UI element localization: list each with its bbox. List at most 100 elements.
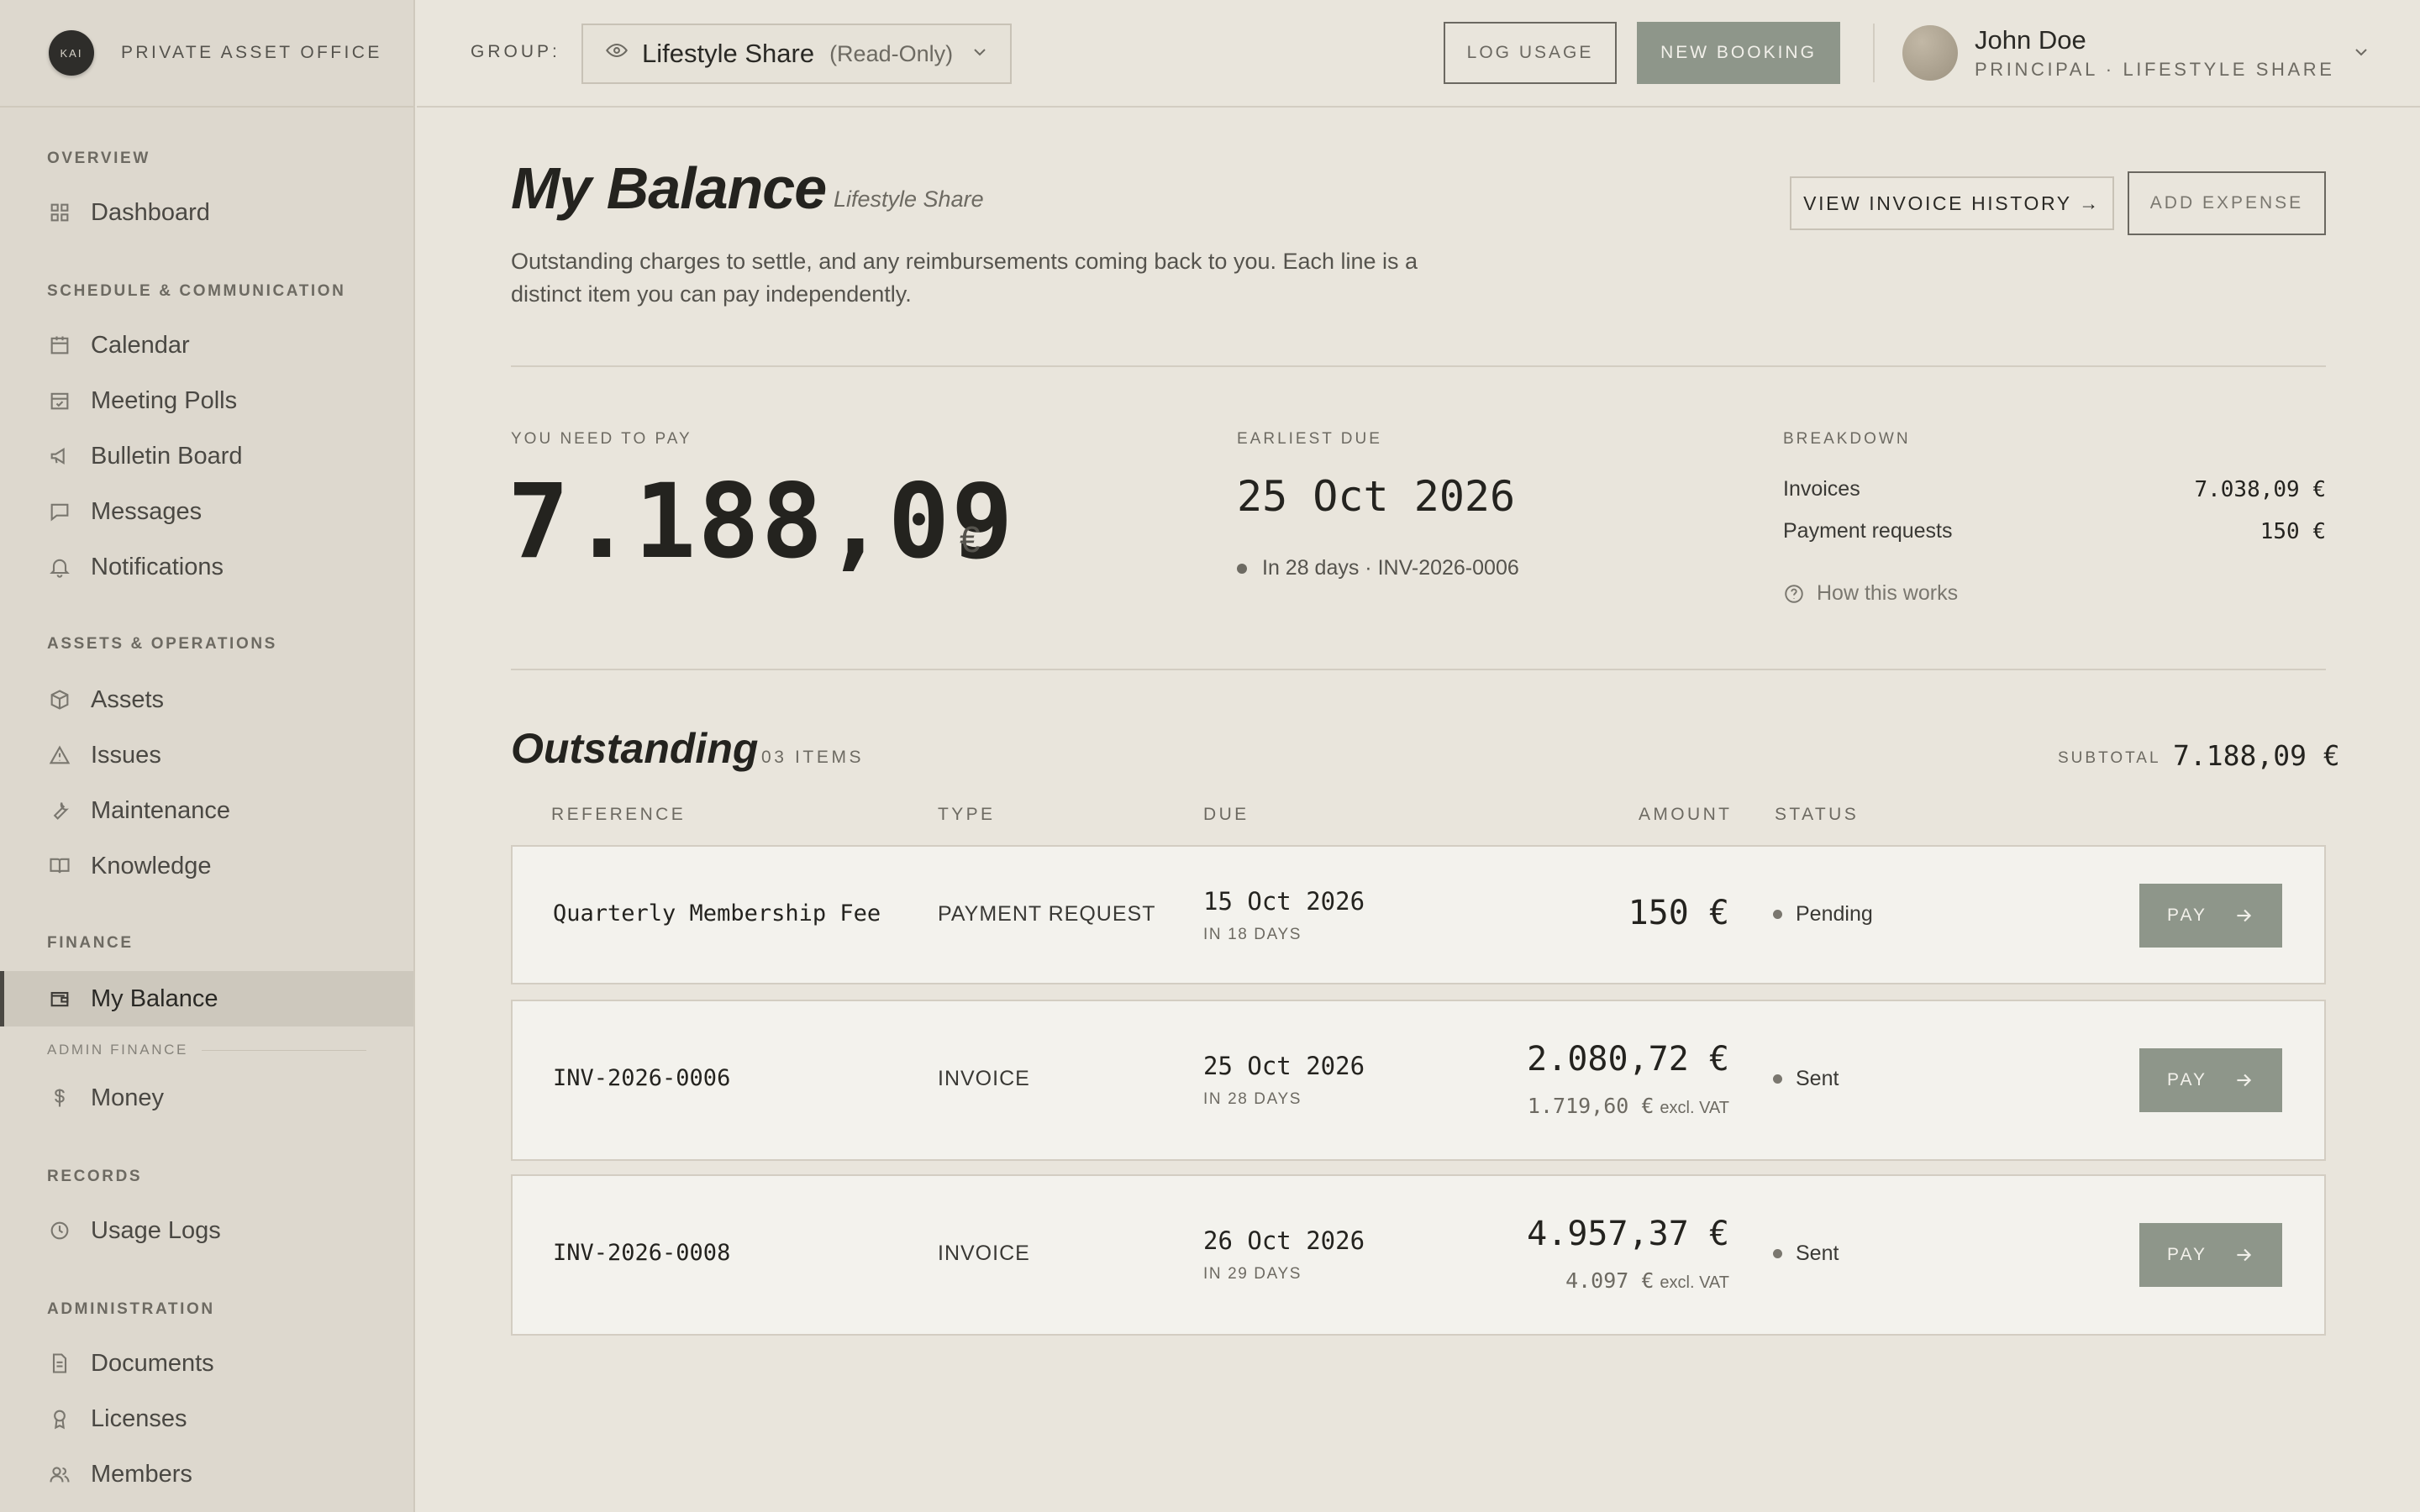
row-due-in: IN 18 DAYS — [1203, 926, 1302, 943]
sidebar-item-messages[interactable]: Messages — [0, 484, 413, 539]
sidebar-item-label: Dashboard — [91, 198, 210, 226]
clock-icon — [47, 1218, 72, 1243]
megaphone-icon — [47, 444, 72, 469]
due-note: In 28 days · INV-2026-0006 — [1237, 556, 1519, 580]
eye-icon — [605, 39, 629, 69]
nav-section-administration: ADMINISTRATION — [47, 1300, 215, 1318]
sidebar-item-issues[interactable]: Issues — [0, 727, 413, 783]
sidebar-item-knowledge[interactable]: Knowledge — [0, 838, 413, 894]
status-text: Sent — [1796, 1242, 1839, 1265]
page-description: Outstanding charges to settle, and any r… — [511, 249, 1418, 307]
sidebar-item-maintenance[interactable]: Maintenance — [0, 783, 413, 838]
excl-vat-value: 4.097 € — [1565, 1268, 1655, 1293]
book-icon — [47, 853, 72, 879]
sidebar-item-notifications[interactable]: Notifications — [0, 539, 413, 595]
sidebar-item-meeting-polls[interactable]: Meeting Polls — [0, 373, 413, 428]
row-reference: INV-2026-0006 — [553, 1065, 731, 1091]
sidebar-item-label: My Balance — [91, 984, 218, 1012]
page-subtitle: Lifestyle Share — [834, 186, 984, 212]
excl-vat-value: 1.719,60 € — [1527, 1094, 1655, 1118]
log-usage-button[interactable]: LOG USAGE — [1444, 22, 1617, 84]
bell-icon — [47, 554, 72, 580]
status-dot — [1237, 563, 1247, 574]
sidebar-item-label: Maintenance — [91, 796, 231, 824]
how-this-works-text: How this works — [1817, 581, 1959, 605]
status-text: Pending — [1796, 902, 1873, 926]
row-amount: 4.957,37 € — [1527, 1215, 1729, 1253]
calendar-check-icon — [47, 388, 72, 413]
user-role: PRINCIPAL · LIFESTYLE SHARE — [1975, 59, 2335, 80]
brand-name: PRIVATE ASSET OFFICE — [121, 43, 382, 62]
sidebar-item-money[interactable]: Money — [0, 1070, 413, 1126]
help-circle-icon — [1785, 584, 1803, 603]
sidebar-item-label: Bulletin Board — [91, 442, 243, 470]
nav-section-finance: FINANCE — [47, 934, 134, 952]
sidebar-item-label: Money — [91, 1084, 165, 1111]
user-name[interactable]: John Doe — [1975, 25, 2086, 55]
sidebar-item-usage-logs[interactable]: Usage Logs — [0, 1203, 413, 1258]
column-header-reference: REFERENCE — [551, 805, 687, 824]
row-amount-excl-vat: 4.097 € excl. VAT — [1565, 1268, 1729, 1294]
row-amount: 2.080,72 € — [1527, 1040, 1729, 1079]
brand-logo[interactable]: KAI — [49, 30, 94, 76]
pay-button[interactable]: PAY — [2139, 884, 2282, 948]
table-row: INV-2026-0008 INVOICE 26 Oct 2026 IN 29 … — [511, 1174, 2326, 1336]
pay-button-label: PAY — [2167, 1245, 2207, 1264]
sidebar-item-label: Calendar — [91, 331, 190, 359]
nav-section-records: RECORDS — [47, 1168, 143, 1185]
status-dot — [1773, 1249, 1782, 1258]
breakdown-value: 7.038,09 € — [2194, 477, 2326, 502]
row-reference: INV-2026-0008 — [553, 1240, 731, 1266]
due-note-text: In 28 days · INV-2026-0006 — [1262, 556, 1519, 580]
sidebar-item-assets[interactable]: Assets — [0, 672, 413, 727]
arrow-right-icon — [2237, 909, 2252, 922]
pay-button[interactable]: PAY — [2139, 1048, 2282, 1112]
breakdown-label: BREAKDOWN — [1783, 430, 1911, 448]
sidebar-item-calendar[interactable]: Calendar — [0, 318, 413, 373]
row-type: PAYMENT REQUEST — [938, 902, 1156, 926]
sidebar-item-label: Notifications — [91, 553, 224, 580]
sidebar-item-documents[interactable]: Documents — [0, 1336, 413, 1391]
row-due-in: IN 28 DAYS — [1203, 1090, 1302, 1108]
new-booking-button[interactable]: NEW BOOKING — [1637, 22, 1840, 84]
sidebar-item-licenses[interactable]: Licenses — [0, 1391, 413, 1446]
nav-section-schedule: SCHEDULE & COMMUNICATION — [47, 282, 346, 300]
breakdown-row-payment-requests: Payment requests 150 € — [1783, 519, 2326, 544]
sidebar-item-label: Documents — [91, 1349, 214, 1377]
view-invoice-history-button[interactable]: VIEW INVOICE HISTORY → — [1790, 176, 2114, 230]
sidebar-item-dashboard[interactable]: Dashboard — [0, 185, 413, 240]
wrench-icon — [47, 798, 72, 823]
excl-vat-label: excl. VAT — [1660, 1099, 1729, 1117]
warning-icon — [47, 743, 72, 768]
add-expense-button[interactable]: ADD EXPENSE — [2128, 171, 2326, 235]
divider — [1873, 24, 1875, 82]
column-header-amount: AMOUNT — [1639, 805, 1733, 824]
avatar[interactable] — [1902, 25, 1958, 81]
excl-vat-label: excl. VAT — [1660, 1273, 1729, 1292]
divider — [201, 1049, 366, 1051]
status-dot — [1773, 910, 1782, 919]
box-icon — [47, 687, 72, 712]
page-title: My Balance — [511, 155, 827, 221]
chevron-down-icon[interactable] — [2351, 42, 2371, 66]
group-select[interactable]: Lifestyle Share (Read-Only) — [581, 24, 1012, 84]
divider — [511, 669, 2326, 670]
column-header-type: TYPE — [938, 805, 996, 824]
sidebar-item-my-balance[interactable]: My Balance — [0, 971, 413, 1026]
divider — [511, 365, 2326, 367]
award-icon — [47, 1406, 72, 1431]
sidebar-item-members[interactable]: Members — [0, 1446, 413, 1502]
sidebar-item-label: Knowledge — [91, 852, 212, 879]
earliest-due-date: 25 Oct 2026 — [1237, 472, 1516, 521]
arrow-right-icon — [2237, 1074, 2252, 1087]
sidebar-item-label: Usage Logs — [91, 1216, 221, 1244]
dollar-icon — [47, 1085, 72, 1110]
sidebar-item-label: Meeting Polls — [91, 386, 238, 414]
pay-button[interactable]: PAY — [2139, 1223, 2282, 1287]
how-this-works-link[interactable]: How this works — [1783, 581, 1958, 606]
main-content: My Balance Lifestyle Share Outstanding c… — [417, 109, 2420, 1512]
outstanding-title: Outstanding — [511, 725, 759, 772]
breakdown-label-text: Invoices — [1783, 477, 1860, 501]
message-icon — [47, 499, 72, 524]
sidebar-item-bulletin-board[interactable]: Bulletin Board — [0, 428, 413, 484]
